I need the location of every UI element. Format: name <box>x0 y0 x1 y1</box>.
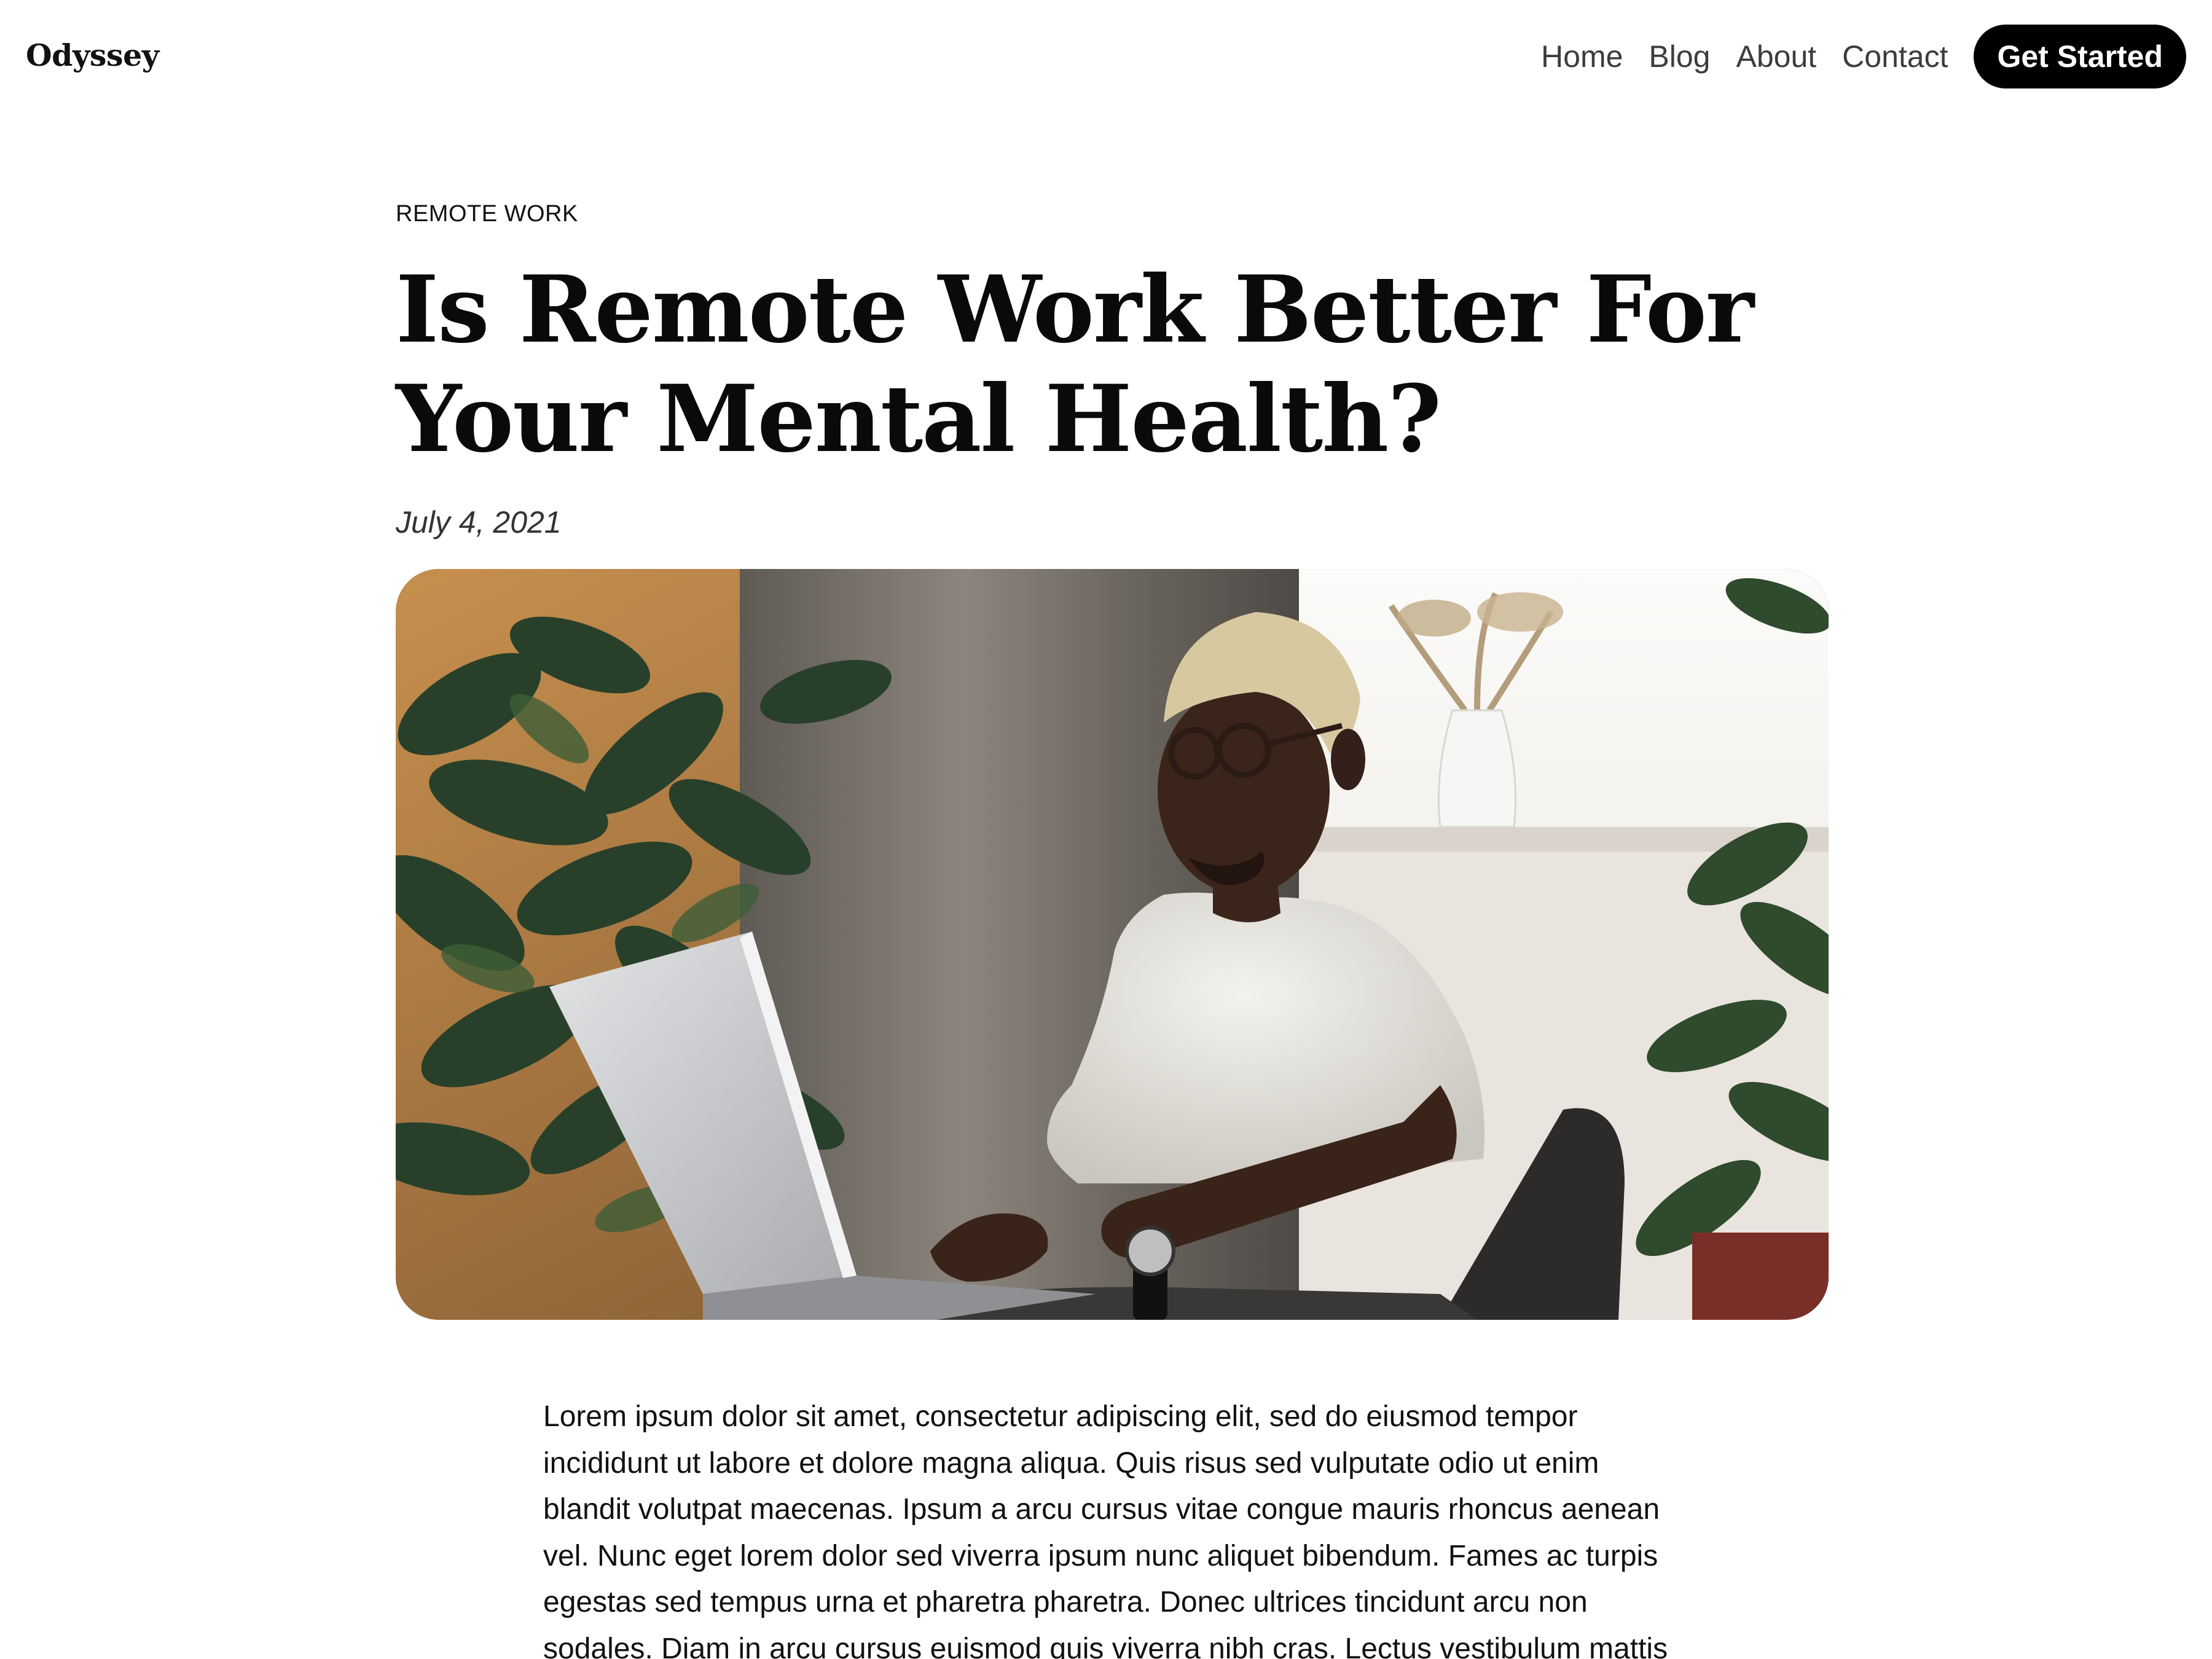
nav-link-about[interactable]: About <box>1736 38 1816 75</box>
article-date: July 4, 2021 <box>396 505 562 539</box>
site-logo[interactable]: Odyssey <box>26 36 159 75</box>
main-nav: Home Blog About Contact Get Started <box>1541 25 2186 88</box>
site-header: Odyssey Home Blog About Contact Get Star… <box>0 0 2212 114</box>
nav-link-blog[interactable]: Blog <box>1649 38 1710 75</box>
article-title: Is Remote Work Better For Your Mental He… <box>396 256 1754 473</box>
nav-link-home[interactable]: Home <box>1541 38 1623 75</box>
nav-link-contact[interactable]: Contact <box>1842 38 1948 75</box>
hero-photo-illustration <box>396 569 1829 1320</box>
article-body: Lorem ipsum dolor sit amet, consectetur … <box>543 1400 1668 1659</box>
article-category[interactable]: REMOTE WORK <box>396 199 578 229</box>
get-started-button[interactable]: Get Started <box>1974 25 2186 88</box>
hero-image <box>396 569 1829 1320</box>
